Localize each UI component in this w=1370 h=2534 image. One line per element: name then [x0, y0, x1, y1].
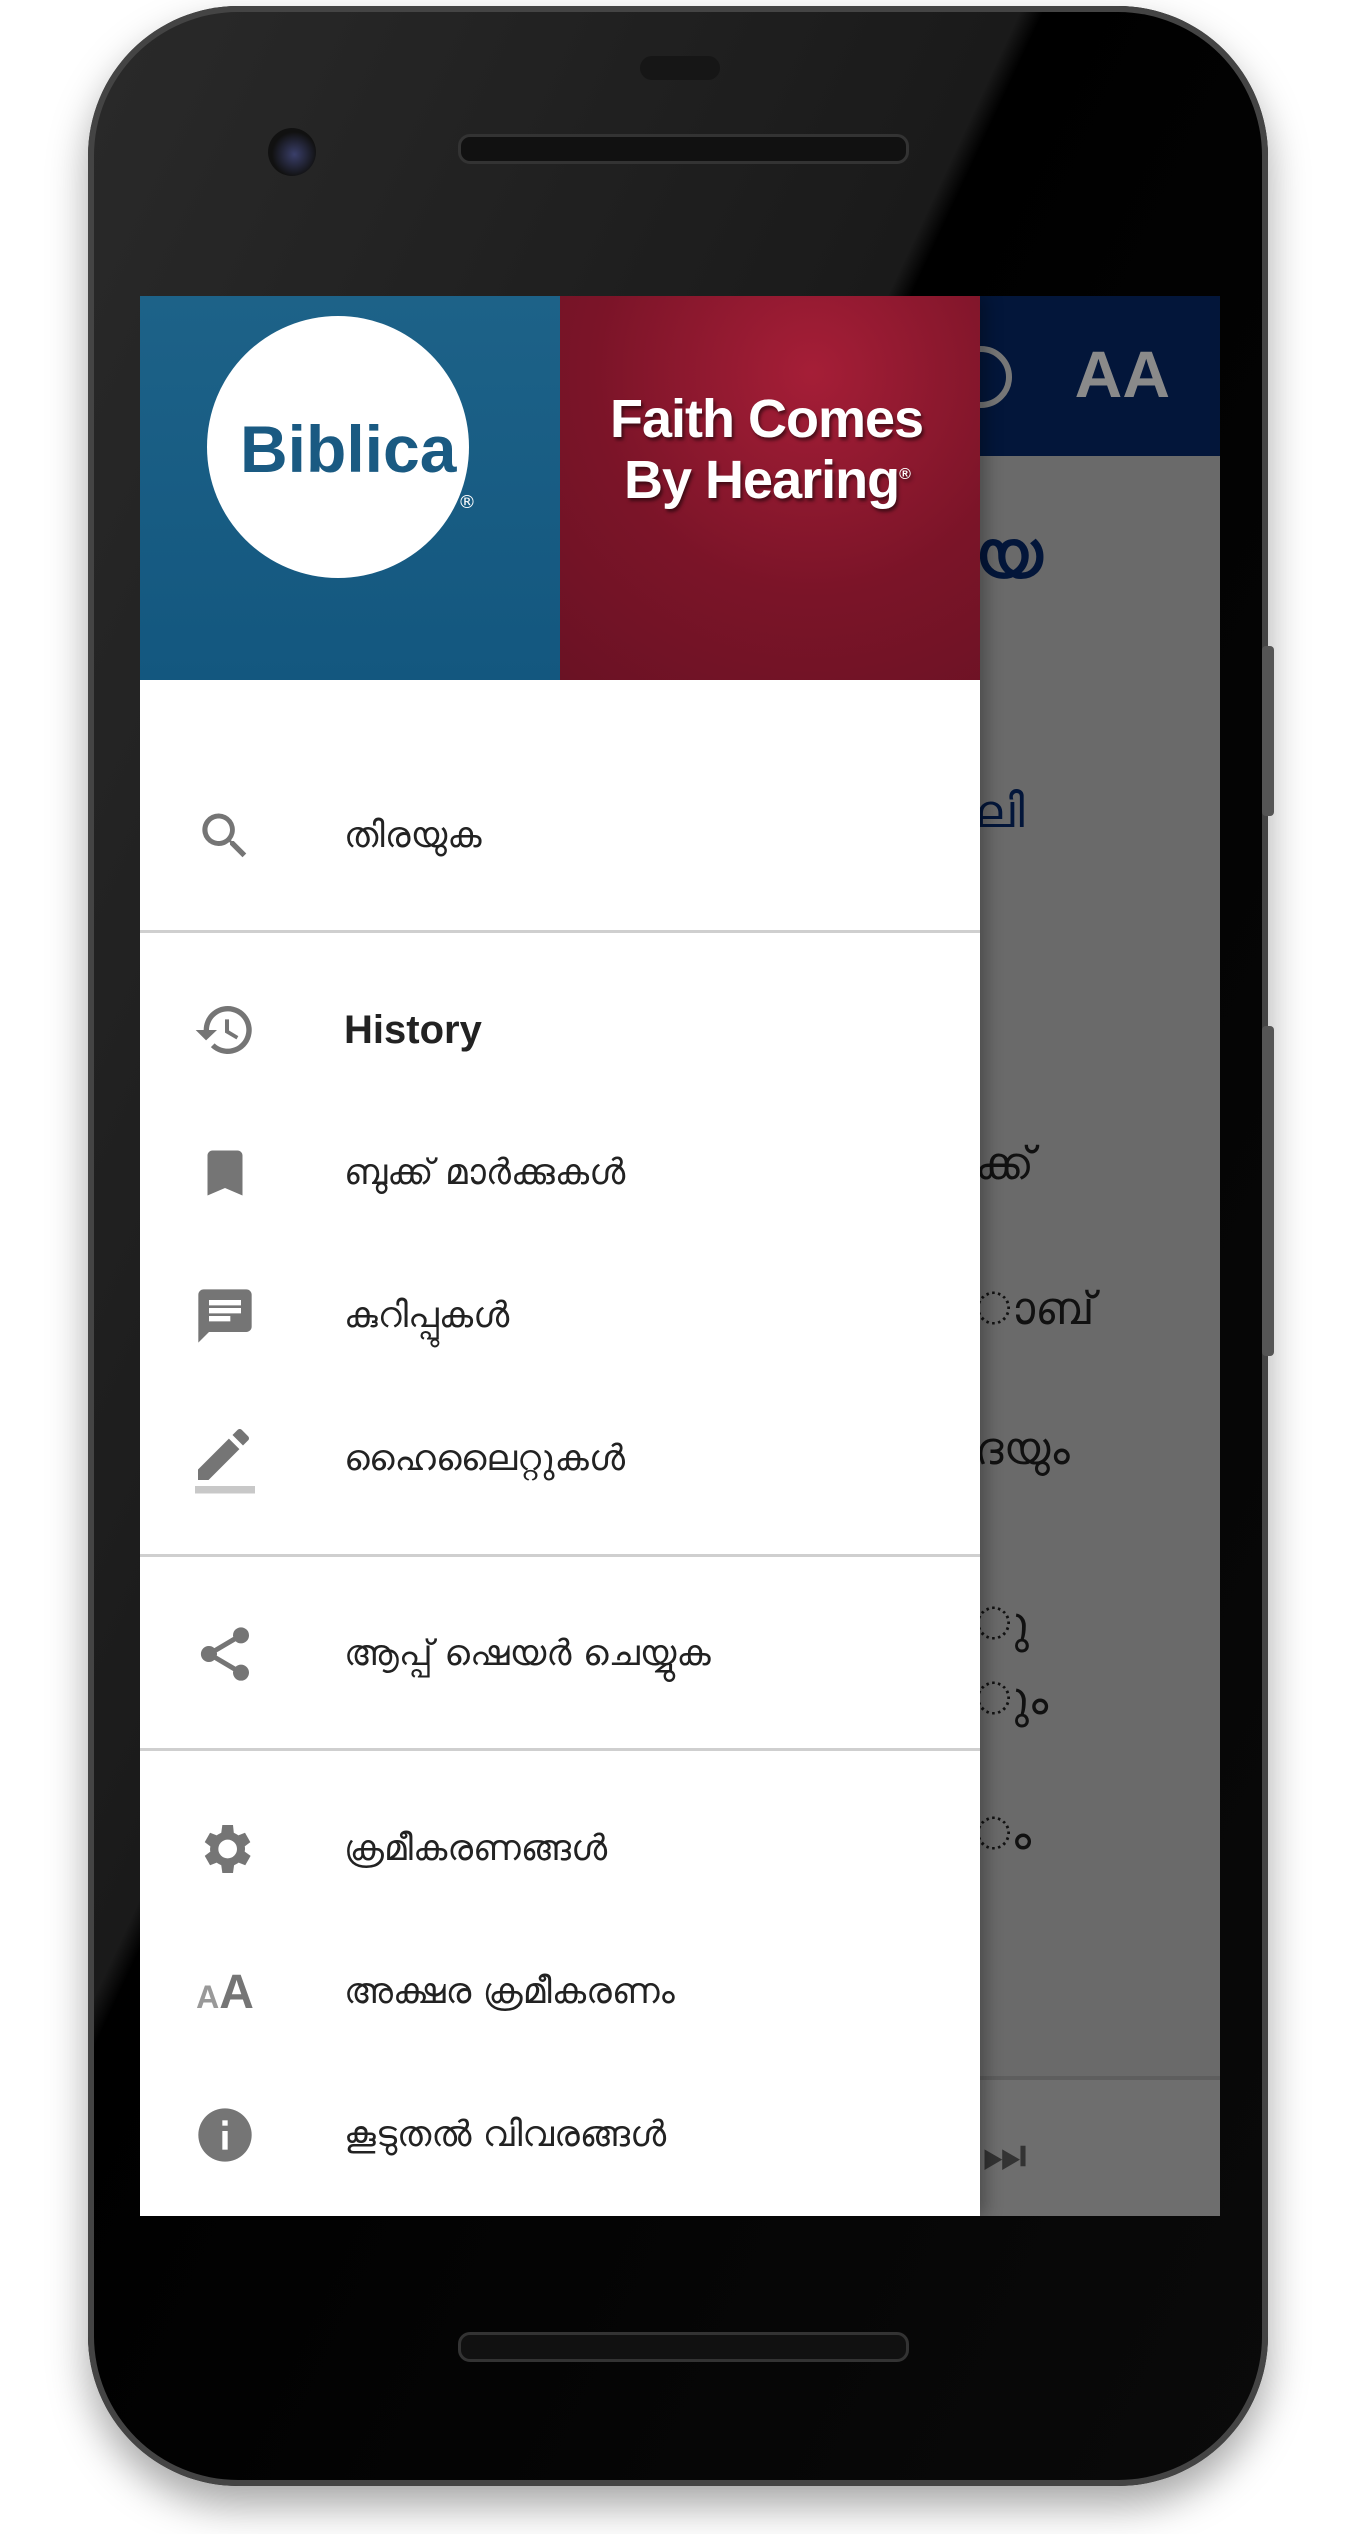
- menu-item-notes[interactable]: കുറിപ്പുകൾ: [140, 1246, 980, 1386]
- menu-item-search[interactable]: തിരയുക: [140, 766, 980, 906]
- menu-item-label: കൂടുതൽ വിവരങ്ങൾ: [344, 2114, 667, 2155]
- chapter-title: യ: [975, 516, 1043, 593]
- divider: [140, 1748, 980, 1751]
- menu-item-history[interactable]: History: [140, 960, 980, 1100]
- drawer-header: Biblica ® Faith Comes By Hearing®: [140, 296, 980, 680]
- bottom-speaker: [458, 2332, 909, 2362]
- font-size-icon: AA: [196, 1965, 254, 2019]
- gear-icon: [204, 1825, 251, 1873]
- verse-text: ും: [975, 1671, 1049, 1725]
- divider: [140, 930, 980, 933]
- power-button: [1262, 646, 1274, 816]
- menu-item-label: ക്രമീകരണങ്ങൾ: [344, 1828, 608, 1869]
- menu-item-label: തിരയുക: [344, 815, 482, 856]
- menu-item-about[interactable]: കൂടുതൽ വിവരങ്ങൾ: [140, 2065, 980, 2205]
- verse-text: ാബ്: [975, 1281, 1095, 1335]
- menu-item-share[interactable]: ആപ്പ് ഷെയർ ചെയ്യുക: [140, 1584, 980, 1724]
- highlight-icon: [195, 1429, 255, 1494]
- share-icon: [200, 1627, 249, 1681]
- menu-item-label: ബുക്ക് മാർക്കുകൾ: [344, 1152, 626, 1193]
- menu-item-label: കുറിപ്പുകൾ: [344, 1295, 510, 1336]
- biblica-logo: Biblica ®: [140, 296, 560, 680]
- front-camera: [268, 128, 316, 176]
- verse-text: ലി: [975, 784, 1025, 838]
- bookmark-icon: [207, 1150, 243, 1196]
- history-icon: [195, 1005, 252, 1054]
- info-icon: [198, 2108, 252, 2162]
- menu-item-highlights[interactable]: ഹൈലൈറ്റുകൾ: [140, 1389, 980, 1529]
- navigation-drawer: Biblica ® Faith Comes By Hearing® തിരയുക…: [140, 296, 980, 2216]
- verse-text: ക്ക്: [975, 1136, 1035, 1190]
- menu-item-settings[interactable]: ക്രമീകരണങ്ങൾ: [140, 1779, 980, 1919]
- font-size-icon[interactable]: AA: [1075, 336, 1170, 412]
- menu-item-label: അക്ഷര ക്രമീകരണം: [344, 1971, 675, 2012]
- verse-text: ം: [975, 1806, 1032, 1860]
- menu-item-label: History: [344, 1007, 482, 1052]
- divider: [140, 1554, 980, 1557]
- verse-text: ദയും: [975, 1421, 1070, 1475]
- menu-item-font-settings[interactable]: AA അക്ഷര ക്രമീകരണം: [140, 1922, 980, 2062]
- fcbh-logo: Faith Comes By Hearing®: [560, 296, 980, 680]
- menu-item-label: ആപ്പ് ഷെയർ ചെയ്യുക: [344, 1633, 711, 1674]
- skip-next-icon[interactable]: ⏭: [982, 2126, 1027, 2185]
- top-speaker: [458, 134, 909, 164]
- screen: AA യ ലി ക്ക് ാബ് ദയും ു ും ം ⏭ Biblica ®…: [140, 296, 1220, 2216]
- verse-text: ു: [975, 1596, 1029, 1650]
- search-icon: [202, 813, 247, 858]
- note-icon: [198, 1289, 252, 1343]
- sensor: [640, 56, 720, 80]
- menu-item-label: ഹൈലൈറ്റുകൾ: [344, 1438, 626, 1479]
- volume-button: [1262, 1026, 1274, 1356]
- menu-item-bookmarks[interactable]: ബുക്ക് മാർക്കുകൾ: [140, 1103, 980, 1243]
